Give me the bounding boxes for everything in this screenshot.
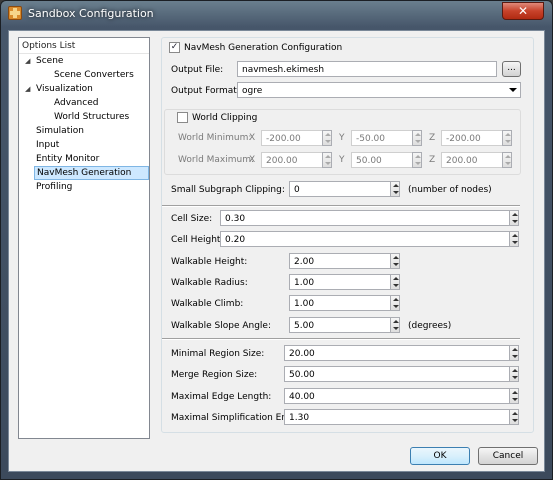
nav-item-entity-monitor[interactable]: Entity Monitor (36, 153, 99, 167)
small-subgraph-stepper[interactable] (390, 181, 400, 197)
options-list-header: Options List (19, 38, 149, 54)
world-max-y-label: Y (339, 155, 345, 165)
section-title: NavMesh Generation Configuration (184, 43, 343, 53)
walkable-height-label: Walkable Height: (171, 257, 248, 267)
nav-item-simulation[interactable]: Simulation (36, 125, 84, 139)
world-max-z-input[interactable]: 200.00 (441, 152, 503, 168)
close-icon: ✕ (517, 4, 529, 18)
max-simplification-input[interactable]: 1.30 (284, 409, 510, 425)
nav-item-input[interactable]: Input (36, 139, 59, 153)
min-region-input[interactable]: 20.00 (284, 345, 510, 361)
collapse-arrow-icon[interactable]: ◢ (25, 57, 30, 65)
world-min-z-input[interactable]: -200.00 (441, 130, 503, 146)
world-clipping-label: World Clipping (192, 113, 258, 123)
world-min-z-label: Z (429, 133, 436, 143)
world-max-z-stepper[interactable] (502, 152, 512, 168)
world-min-x-input[interactable]: -200.00 (261, 130, 323, 146)
world-min-z-stepper[interactable] (502, 130, 512, 146)
small-subgraph-input[interactable]: 0 (289, 181, 391, 197)
browse-button[interactable]: ... (502, 61, 521, 77)
max-edge-input[interactable]: 40.00 (284, 388, 510, 404)
output-format-select[interactable]: ogre (237, 82, 521, 98)
output-format-value: ogre (242, 86, 263, 96)
nav-item-navmesh-generation[interactable]: NavMesh Generation (34, 166, 149, 180)
max-simplification-stepper[interactable] (509, 409, 519, 425)
world-min-y-label: Y (339, 133, 345, 143)
walkable-slope-unit: (degrees) (408, 321, 452, 331)
max-simplification-label: Maximal Simplification Error: (171, 413, 301, 423)
world-min-y-stepper[interactable] (412, 130, 422, 146)
ok-button[interactable]: OK (410, 447, 470, 465)
walkable-radius-input[interactable]: 1.00 (289, 274, 391, 290)
close-button[interactable]: ✕ (502, 2, 544, 20)
nav-item-scene-converters[interactable]: Scene Converters (54, 69, 134, 83)
collapse-arrow-icon[interactable]: ◢ (25, 85, 30, 93)
min-region-label: Minimal Region Size: (171, 349, 265, 359)
nav-item-visualization[interactable]: Visualization (36, 83, 93, 97)
walkable-climb-stepper[interactable] (390, 295, 400, 311)
world-max-y-input[interactable]: 50.00 (351, 152, 413, 168)
sandbox-app-icon (8, 6, 22, 20)
chevron-down-icon (509, 88, 517, 92)
max-edge-label: Maximal Edge Length: (171, 392, 272, 402)
walkable-slope-stepper[interactable] (390, 317, 400, 333)
cell-size-stepper[interactable] (509, 210, 519, 226)
separator (162, 338, 520, 340)
walkable-climb-label: Walkable Climb: (171, 299, 244, 309)
world-min-label: World Minimum: (178, 133, 252, 143)
small-subgraph-unit: (number of nodes) (408, 185, 492, 195)
world-min-x-stepper[interactable] (322, 130, 332, 146)
walkable-slope-label: Walkable Slope Angle: (171, 321, 271, 331)
world-min-y-input[interactable]: -50.00 (351, 130, 413, 146)
walkable-radius-label: Walkable Radius: (171, 278, 248, 288)
nav-item-advanced[interactable]: Advanced (54, 97, 98, 111)
options-list-panel: Options List ◢ Scene Scene Converters ◢ … (18, 37, 150, 439)
world-max-z-label: Z (429, 155, 436, 165)
walkable-height-stepper[interactable] (390, 253, 400, 269)
separator (162, 205, 520, 207)
nav-item-scene[interactable]: Scene (36, 55, 63, 69)
merge-region-stepper[interactable] (509, 366, 519, 382)
cell-height-label: Cell Height: (171, 235, 224, 245)
walkable-climb-input[interactable]: 1.00 (289, 295, 391, 311)
cell-height-input[interactable]: 0.20 (220, 231, 510, 247)
walkable-radius-stepper[interactable] (390, 274, 400, 290)
world-max-x-input[interactable]: 200.00 (261, 152, 323, 168)
walkable-slope-input[interactable]: 5.00 (289, 317, 391, 333)
merge-region-label: Merge Region Size: (171, 370, 258, 380)
nav-item-profiling[interactable]: Profiling (36, 181, 72, 195)
walkable-height-input[interactable]: 2.00 (289, 253, 391, 269)
navmesh-enable-checkbox[interactable]: ✓ (169, 42, 180, 53)
nav-item-world-structures[interactable]: World Structures (54, 111, 129, 125)
max-edge-stepper[interactable] (509, 388, 519, 404)
output-file-label: Output File: (171, 65, 224, 75)
cell-size-label: Cell Size: (171, 214, 213, 224)
world-clipping-checkbox[interactable] (177, 112, 188, 123)
world-min-x-label: X (249, 133, 256, 143)
world-max-x-stepper[interactable] (322, 152, 332, 168)
world-max-x-label: X (249, 155, 256, 165)
world-max-label: World Maximum: (178, 155, 255, 165)
output-format-label: Output Format: (171, 86, 240, 96)
title-bar[interactable]: Sandbox Configuration ✕ (1, 1, 552, 27)
window-title: Sandbox Configuration (28, 7, 154, 20)
output-file-input[interactable]: navmesh.ekimesh (237, 61, 497, 77)
cancel-button[interactable]: Cancel (478, 447, 538, 465)
min-region-stepper[interactable] (509, 345, 519, 361)
cell-height-stepper[interactable] (509, 231, 519, 247)
dialog-window: Sandbox Configuration ✕ Options List ◢ S… (0, 0, 553, 480)
merge-region-input[interactable]: 50.00 (284, 366, 510, 382)
small-subgraph-label: Small Subgraph Clipping: (171, 185, 285, 195)
cell-size-input[interactable]: 0.30 (220, 210, 510, 226)
world-max-y-stepper[interactable] (412, 152, 422, 168)
